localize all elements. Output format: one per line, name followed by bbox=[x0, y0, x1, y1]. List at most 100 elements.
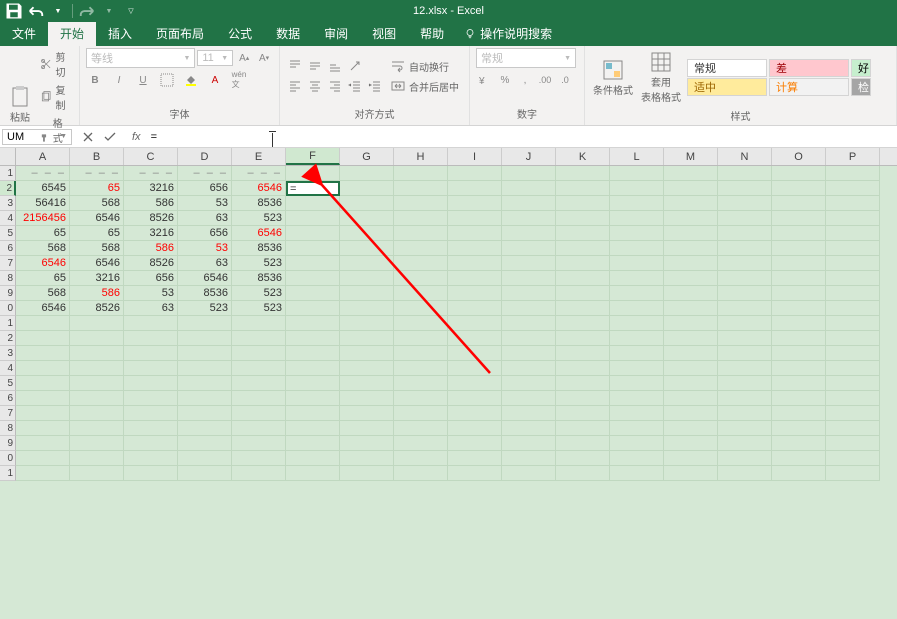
cell[interactable]: 65 bbox=[70, 226, 124, 241]
decrease-decimal-button[interactable]: .0 bbox=[556, 72, 574, 88]
cell[interactable] bbox=[826, 256, 880, 271]
cell[interactable] bbox=[502, 196, 556, 211]
cell[interactable] bbox=[772, 196, 826, 211]
cell[interactable]: 65 bbox=[16, 226, 70, 241]
cell[interactable] bbox=[448, 421, 502, 436]
increase-indent-button[interactable] bbox=[366, 78, 384, 94]
cell[interactable] bbox=[340, 286, 394, 301]
cell[interactable] bbox=[502, 406, 556, 421]
cell[interactable]: 8536 bbox=[178, 286, 232, 301]
cell[interactable] bbox=[556, 241, 610, 256]
cell[interactable]: – – – bbox=[16, 166, 70, 181]
cell[interactable] bbox=[448, 466, 502, 481]
cell[interactable] bbox=[178, 391, 232, 406]
cut-button[interactable]: 剪切 bbox=[38, 48, 73, 80]
cell[interactable]: 523 bbox=[232, 286, 286, 301]
cell[interactable] bbox=[394, 301, 448, 316]
cell[interactable] bbox=[394, 361, 448, 376]
row-header[interactable]: 1 bbox=[0, 466, 16, 481]
cell[interactable] bbox=[556, 166, 610, 181]
cell[interactable]: 523 bbox=[232, 301, 286, 316]
cell[interactable] bbox=[70, 406, 124, 421]
cell[interactable] bbox=[556, 196, 610, 211]
cell[interactable] bbox=[664, 466, 718, 481]
row-header[interactable]: 8 bbox=[0, 421, 16, 436]
cell[interactable] bbox=[286, 316, 340, 331]
cell[interactable] bbox=[232, 331, 286, 346]
cell[interactable] bbox=[610, 181, 664, 196]
cell[interactable] bbox=[664, 301, 718, 316]
tab-home[interactable]: 开始 bbox=[48, 21, 96, 46]
cell[interactable] bbox=[70, 436, 124, 451]
enter-formula-button[interactable] bbox=[100, 128, 120, 146]
cell[interactable] bbox=[826, 301, 880, 316]
cell[interactable] bbox=[502, 376, 556, 391]
cell[interactable] bbox=[664, 316, 718, 331]
cell[interactable] bbox=[772, 256, 826, 271]
cell[interactable] bbox=[124, 391, 178, 406]
cell[interactable] bbox=[772, 466, 826, 481]
cell[interactable] bbox=[448, 436, 502, 451]
style-neutral[interactable]: 适中 bbox=[687, 78, 767, 96]
cell[interactable] bbox=[70, 316, 124, 331]
cell[interactable] bbox=[772, 406, 826, 421]
cell[interactable] bbox=[286, 376, 340, 391]
cell[interactable] bbox=[232, 466, 286, 481]
cell[interactable] bbox=[556, 181, 610, 196]
cell[interactable] bbox=[664, 241, 718, 256]
underline-button[interactable]: U bbox=[134, 72, 152, 88]
row-header[interactable]: 3 bbox=[0, 346, 16, 361]
tab-formulas[interactable]: 公式 bbox=[216, 21, 264, 46]
cell[interactable] bbox=[340, 376, 394, 391]
cell[interactable] bbox=[718, 211, 772, 226]
row-header[interactable]: 4 bbox=[0, 211, 16, 226]
cell[interactable] bbox=[502, 421, 556, 436]
cell[interactable] bbox=[16, 406, 70, 421]
row-header[interactable]: 1 bbox=[0, 316, 16, 331]
cell[interactable] bbox=[556, 301, 610, 316]
cell[interactable] bbox=[394, 211, 448, 226]
cell[interactable]: 2156456 bbox=[16, 211, 70, 226]
cell[interactable]: = bbox=[286, 181, 340, 196]
cell[interactable] bbox=[394, 436, 448, 451]
cell[interactable] bbox=[340, 196, 394, 211]
cell[interactable]: 3216 bbox=[124, 181, 178, 196]
cell[interactable]: 8526 bbox=[124, 256, 178, 271]
cell[interactable] bbox=[448, 331, 502, 346]
tab-layout[interactable]: 页面布局 bbox=[144, 21, 216, 46]
cell[interactable] bbox=[610, 211, 664, 226]
cell[interactable] bbox=[394, 451, 448, 466]
cell[interactable] bbox=[718, 451, 772, 466]
cell[interactable] bbox=[502, 256, 556, 271]
row-header[interactable]: 7 bbox=[0, 256, 16, 271]
cell[interactable] bbox=[502, 226, 556, 241]
cell[interactable]: 8536 bbox=[232, 241, 286, 256]
cell[interactable] bbox=[718, 391, 772, 406]
cell[interactable] bbox=[502, 271, 556, 286]
cell[interactable]: 53 bbox=[178, 241, 232, 256]
col-header-L[interactable]: L bbox=[610, 148, 664, 165]
border-button[interactable] bbox=[158, 72, 176, 88]
cell[interactable] bbox=[664, 421, 718, 436]
cell[interactable] bbox=[610, 391, 664, 406]
cell[interactable]: – – – bbox=[178, 166, 232, 181]
cell[interactable] bbox=[340, 406, 394, 421]
cell[interactable] bbox=[502, 316, 556, 331]
cell[interactable]: 3216 bbox=[124, 226, 178, 241]
cell[interactable] bbox=[394, 166, 448, 181]
cell[interactable] bbox=[16, 346, 70, 361]
cell[interactable] bbox=[178, 421, 232, 436]
cell[interactable]: 656 bbox=[178, 226, 232, 241]
cell[interactable] bbox=[826, 331, 880, 346]
cell[interactable] bbox=[502, 286, 556, 301]
col-header-P[interactable]: P bbox=[826, 148, 880, 165]
cell[interactable] bbox=[448, 181, 502, 196]
cell[interactable] bbox=[772, 226, 826, 241]
copy-button[interactable]: 复制 bbox=[38, 81, 73, 113]
cell[interactable] bbox=[340, 361, 394, 376]
cell[interactable] bbox=[448, 406, 502, 421]
cell[interactable] bbox=[394, 196, 448, 211]
cell[interactable] bbox=[664, 451, 718, 466]
cell[interactable] bbox=[394, 391, 448, 406]
cell[interactable] bbox=[502, 181, 556, 196]
